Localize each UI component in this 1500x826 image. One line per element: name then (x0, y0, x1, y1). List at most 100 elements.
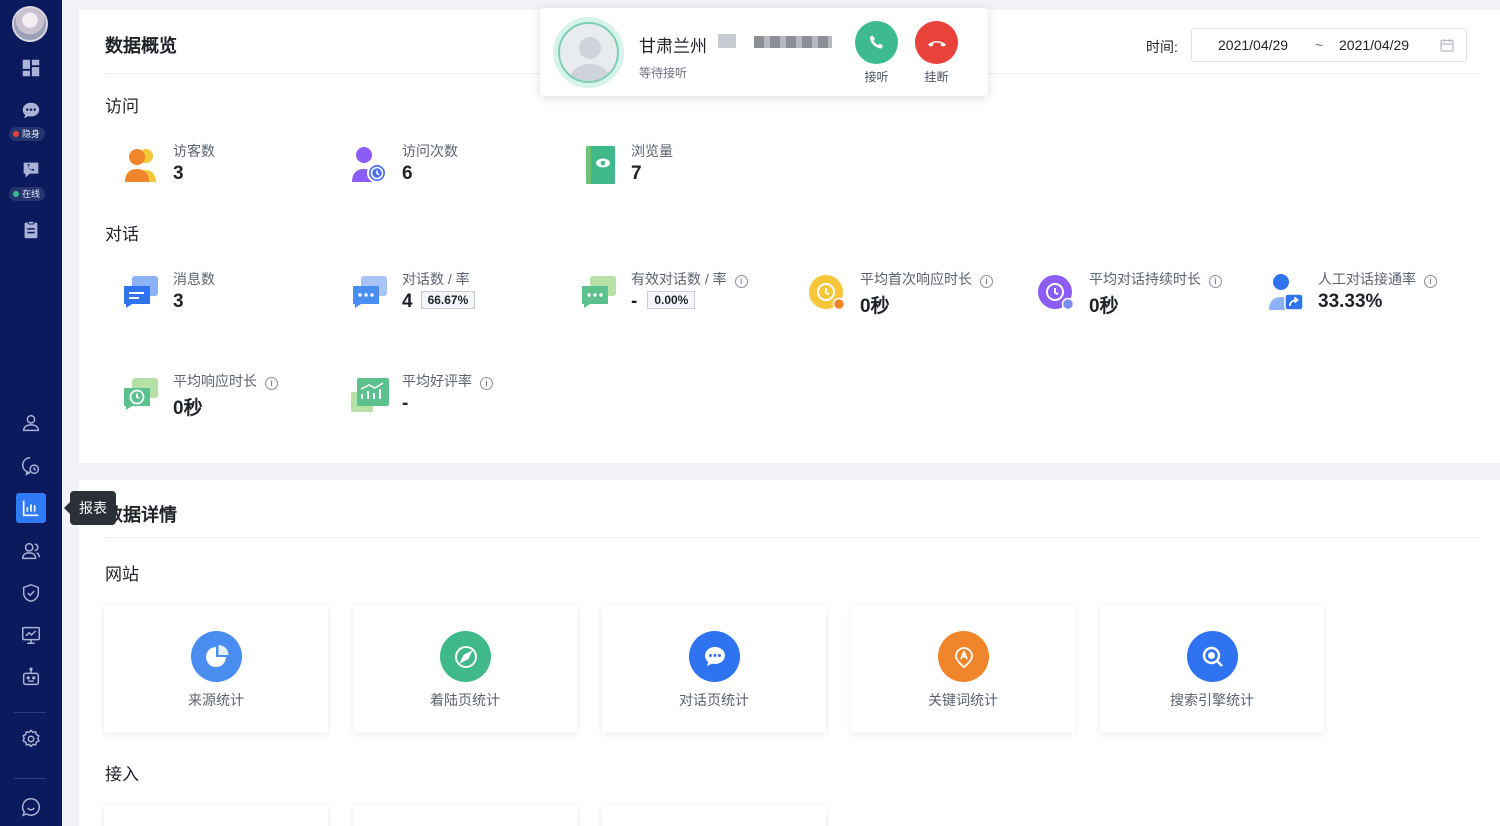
visit-count-icon (352, 147, 387, 183)
metric-label-text: 有效对话数 / 率 (631, 271, 727, 287)
metric-label: 有效对话数 / 率 i (631, 269, 748, 289)
chat-dots-icon (689, 631, 740, 682)
info-icon[interactable]: i (1209, 275, 1222, 288)
pageviews-icon (586, 146, 615, 184)
accept-call-label[interactable]: 接听 (855, 68, 898, 85)
phone-chat-icon[interactable] (0, 158, 62, 182)
tile-label: 着陆页统计 (430, 692, 500, 708)
user-icon[interactable] (0, 411, 62, 435)
metric-visitors: 访客数 3 (108, 140, 328, 190)
metric-value: 3 (173, 291, 184, 312)
chat-bubble-icon[interactable] (0, 99, 62, 123)
metric-avg-response: 平均响应时长 i 0秒 (108, 370, 328, 420)
metric-value: 7 (631, 163, 642, 184)
date-range-picker[interactable]: 2021/04/29 ~ 2021/04/29 (1191, 28, 1467, 62)
keyword-icon (938, 631, 989, 682)
calendar-icon[interactable] (1440, 38, 1454, 52)
metric-value-number: - (631, 291, 638, 312)
status-dot (13, 191, 19, 197)
redacted-number (754, 36, 832, 48)
metric-label: 浏览量 (631, 143, 673, 159)
metric-label: 人工对话接通率 i (1318, 269, 1437, 289)
avatar[interactable] (12, 6, 48, 42)
page-title: 数据概览 (105, 36, 177, 56)
metric-label: 平均响应时长 i (173, 371, 278, 391)
sidebar: 隐身 在线 (0, 0, 62, 826)
metric-value: 0秒 (860, 296, 890, 317)
metric-avg-duration: 平均对话持续时长 i 0秒 (1024, 268, 1244, 318)
metric-value: 3 (173, 163, 184, 184)
access-section-label: 接入 (105, 765, 139, 784)
status-badge-online[interactable]: 在线 (9, 187, 46, 201)
tile-access[interactable] (602, 805, 826, 826)
incoming-call-popup: 甘肃兰州 等待接听 接听 挂断 (540, 8, 988, 96)
metric-value: -0.00% (631, 291, 696, 313)
pie-chart-icon (191, 631, 242, 682)
visit-section-label: 访问 (105, 97, 139, 116)
status-online-label: 在线 (22, 189, 41, 199)
info-icon[interactable]: i (980, 275, 993, 288)
metric-value: - (402, 393, 409, 414)
shield-icon[interactable] (0, 581, 62, 605)
call-status: 等待接听 (639, 66, 688, 80)
metric-value-number: 4 (402, 291, 413, 312)
tile-landing-stats[interactable]: 着陆页统计 (353, 605, 577, 733)
metric-value: 4 66.67% (402, 291, 476, 313)
date-start[interactable]: 2021/04/29 (1218, 37, 1288, 53)
visitors-icon (125, 149, 156, 182)
date-separator: ~ (1315, 37, 1324, 53)
monitor-icon[interactable] (0, 623, 62, 647)
sidebar-divider (14, 712, 46, 713)
response-clock-icon (124, 378, 158, 410)
report-icon-box[interactable] (16, 493, 46, 523)
hangup-call-button[interactable] (915, 21, 958, 64)
metric-value: 33.33% (1318, 291, 1383, 312)
info-icon[interactable]: i (480, 377, 493, 390)
tile-chat-page-stats[interactable]: 对话页统计 (602, 605, 826, 733)
redacted-block (718, 34, 736, 48)
metric-conversations: 对话数 / 率 4 66.67% (337, 268, 557, 318)
time-label: 时间: (1146, 39, 1178, 55)
metric-effective-conversations: 有效对话数 / 率 i -0.00% (566, 268, 786, 318)
metric-label: 访问次数 (402, 143, 458, 159)
accept-call-button[interactable] (855, 21, 898, 64)
conversations-icon (353, 276, 387, 308)
team-icon[interactable] (0, 539, 62, 563)
sidebar-tooltip: 报表 (64, 491, 116, 525)
tile-search-engine-stats[interactable]: 搜索引擎统计 (1100, 605, 1324, 733)
feedback-icon[interactable] (0, 795, 62, 819)
metric-label: 平均首次响应时长 i (860, 269, 993, 289)
metric-label: 平均好评率 i (402, 371, 493, 391)
info-icon[interactable]: i (1424, 275, 1437, 288)
tile-source-stats[interactable]: 来源统计 (104, 605, 328, 733)
caller-avatar-ring (553, 17, 624, 88)
phone-icon (869, 35, 883, 48)
tile-access[interactable] (353, 805, 577, 826)
tile-access[interactable] (104, 805, 328, 826)
tile-label: 来源统计 (188, 692, 244, 708)
metric-label-text: 平均响应时长 (173, 373, 257, 389)
tile-keyword-stats[interactable]: 关键词统计 (851, 605, 1075, 733)
compass-icon (440, 631, 491, 682)
chat-history-icon[interactable] (0, 454, 62, 478)
info-icon[interactable]: i (734, 275, 748, 288)
tile-label: 搜索引擎统计 (1170, 692, 1254, 708)
hangup-call-label[interactable]: 挂断 (915, 68, 958, 85)
messages-icon (124, 276, 158, 308)
robot-icon[interactable] (0, 665, 62, 689)
default-avatar-icon (569, 37, 611, 81)
metric-label: 访客数 (173, 143, 215, 159)
first-response-clock-icon (809, 275, 846, 311)
settings-icon[interactable] (0, 727, 62, 751)
metric-label-text: 平均好评率 (402, 373, 472, 389)
dashboard-icon[interactable] (0, 56, 62, 80)
metric-avg-first-response: 平均首次响应时长 i 0秒 (795, 268, 1015, 318)
sidebar-divider (14, 778, 46, 779)
details-card: 数据详情 网站 来源统计 着陆页统计 对话页统计 关键词统计 搜索引擎统计 接入 (79, 480, 1500, 826)
report-icon[interactable] (0, 492, 62, 524)
metric-pageviews: 浏览量 7 (566, 140, 786, 190)
date-end[interactable]: 2021/04/29 (1339, 37, 1409, 53)
status-badge-hidden[interactable]: 隐身 (9, 127, 46, 141)
info-icon[interactable]: i (265, 377, 278, 390)
clipboard-icon[interactable] (0, 218, 62, 242)
